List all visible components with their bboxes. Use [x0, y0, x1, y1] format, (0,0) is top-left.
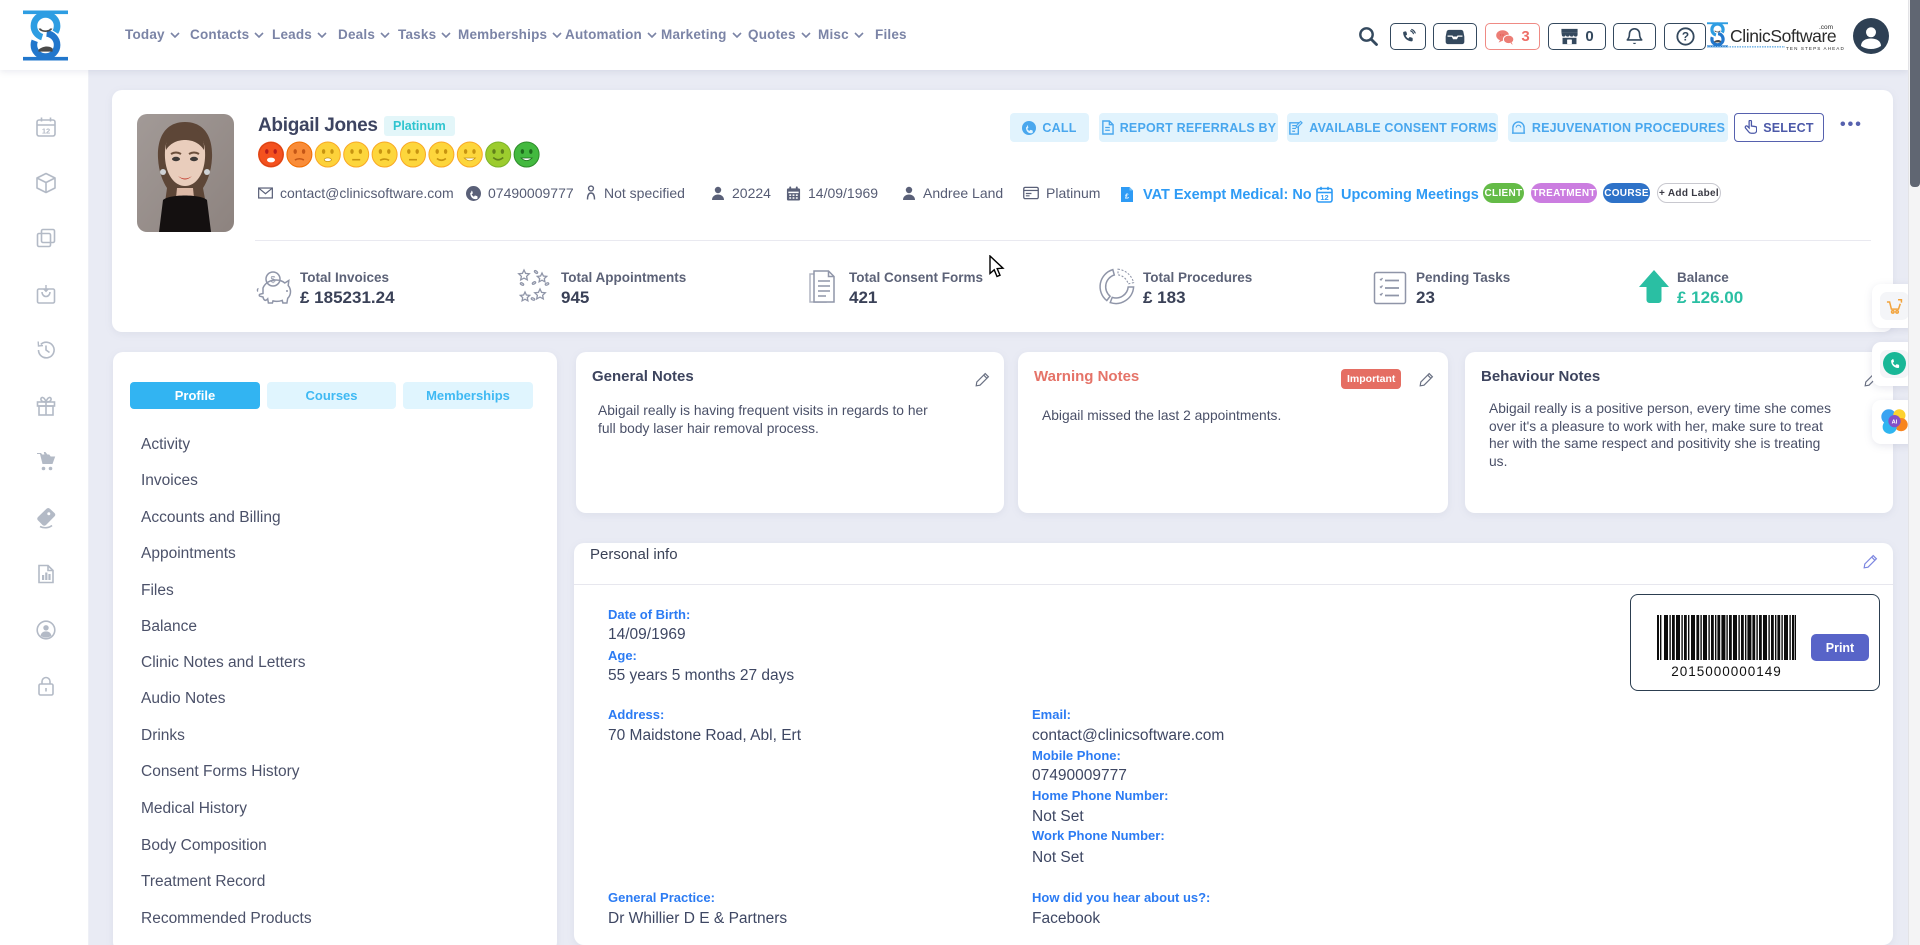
svg-text:12: 12: [42, 127, 50, 136]
svg-text:TEN STEPS AHEAD: TEN STEPS AHEAD: [1786, 46, 1845, 51]
svg-text:12: 12: [1320, 193, 1328, 202]
svg-text:?: ?: [1681, 30, 1688, 44]
svg-text:.com: .com: [1819, 24, 1833, 31]
svg-text:AI: AI: [1892, 420, 1898, 426]
svg-text:£: £: [1125, 194, 1129, 201]
